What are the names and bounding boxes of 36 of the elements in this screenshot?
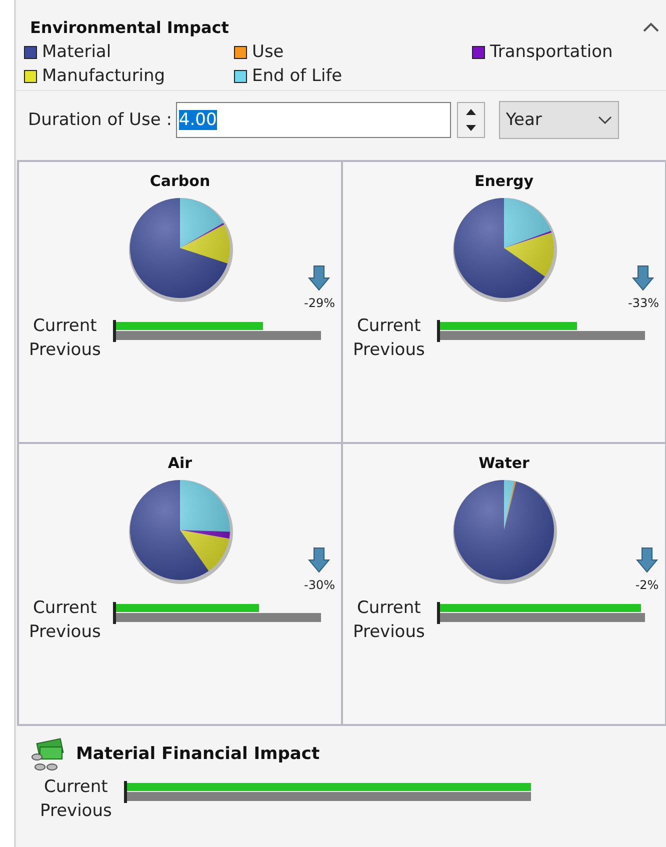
down-arrow-icon (635, 546, 659, 574)
change-percent: -33% (628, 296, 659, 310)
spinner[interactable] (456, 102, 485, 138)
previous-label: Previous (40, 800, 112, 823)
collapse-chevron-icon[interactable] (642, 21, 660, 33)
current-label: Current (32, 315, 97, 338)
legend-item: Material (24, 42, 234, 62)
current-label: Current (356, 315, 421, 338)
current-label: Current (356, 597, 421, 620)
financial-title: Material Financial Impact (76, 744, 320, 764)
section-title: Environmental Impact (30, 18, 229, 36)
down-arrow-icon (307, 264, 332, 292)
unit-dropdown[interactable]: Year (498, 101, 619, 139)
legend-item: Use (234, 42, 472, 62)
legend-item: Manufacturing (24, 66, 234, 86)
previous-label: Previous (353, 339, 425, 362)
previous-label: Previous (353, 621, 425, 644)
legend-item: Transportation (472, 42, 666, 62)
previous-label: Previous (29, 339, 101, 362)
duration-input[interactable]: 4.00 (176, 102, 451, 138)
change-percent: -30% (304, 578, 335, 592)
card-title: Energy (474, 172, 534, 190)
change-percent: -29% (304, 296, 335, 310)
down-arrow-icon (631, 264, 656, 292)
money-icon (30, 737, 66, 771)
current-label: Current (32, 597, 97, 620)
change-percent: -2% (635, 578, 659, 592)
current-label: Current (44, 776, 108, 799)
legend-item: End of Life (234, 66, 472, 86)
duration-label: Duration of Use : (28, 110, 172, 130)
previous-label: Previous (29, 621, 101, 644)
card-title: Air (168, 454, 192, 472)
caret-icon (598, 116, 612, 124)
card-title: Carbon (150, 172, 210, 190)
card-title: Water (478, 454, 530, 472)
down-arrow-icon (307, 546, 332, 574)
